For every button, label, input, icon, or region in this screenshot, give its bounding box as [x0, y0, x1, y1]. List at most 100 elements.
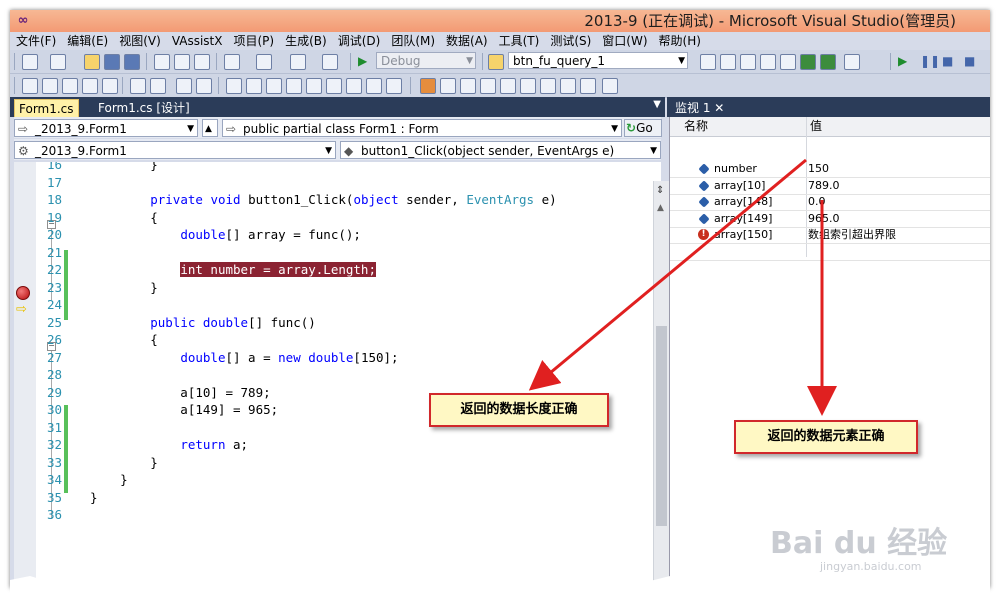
uncomment-icon[interactable]: [196, 78, 212, 94]
split-icon[interactable]: ⇕: [656, 185, 664, 196]
undo-icon[interactable]: [224, 54, 240, 70]
aa-icon[interactable]: [82, 78, 98, 94]
open-file-icon[interactable]: [440, 78, 456, 94]
comment-icon[interactable]: [176, 78, 192, 94]
code-line[interactable]: 33 }: [36, 454, 651, 471]
scroll-up-icon[interactable]: ▲: [657, 203, 664, 213]
extension-manager-icon[interactable]: [820, 54, 836, 70]
menu-item[interactable]: 生成(B): [279, 32, 332, 50]
menu-item[interactable]: 帮助(H): [653, 32, 706, 50]
code-line[interactable]: 27 double[] a = new double[150];: [36, 349, 651, 366]
menu-item[interactable]: 窗口(W): [596, 32, 652, 50]
next-bookmark-folder-icon[interactable]: [306, 78, 322, 94]
menu-item[interactable]: 调试(D): [332, 32, 386, 50]
goto-implementation-icon[interactable]: [500, 78, 516, 94]
goto-related-icon[interactable]: [520, 78, 536, 94]
find-icon[interactable]: [488, 54, 504, 70]
editor-vertical-scrollbar[interactable]: ⇕ ▲: [653, 181, 670, 588]
reparse-icon[interactable]: [580, 78, 596, 94]
code-line[interactable]: 16 }: [36, 162, 651, 173]
code-line[interactable]: 20 double[] array = func();: [36, 226, 651, 243]
refactor-icon[interactable]: [540, 78, 556, 94]
menu-item[interactable]: 团队(M): [385, 32, 440, 50]
menu-item[interactable]: 编辑(E): [61, 32, 113, 50]
find-in-files-icon[interactable]: [700, 54, 716, 70]
watch-value[interactable]: 150: [808, 161, 829, 177]
watch-empty-row[interactable]: [670, 244, 990, 261]
watch-value[interactable]: 数组索引超出界限: [808, 227, 896, 243]
display-word-icon[interactable]: [102, 78, 118, 94]
method-combo[interactable]: ◆ button1_Click(object sender, EventArgs …: [340, 141, 661, 159]
menu-item[interactable]: 工具(T): [493, 32, 545, 50]
solution-explorer-icon[interactable]: [720, 54, 736, 70]
code-line[interactable]: 19 {: [36, 209, 651, 226]
split-spinner[interactable]: ▲: [202, 119, 218, 137]
add-item-icon[interactable]: [50, 54, 66, 70]
namespace-combo[interactable]: ⚙ _2013_9.Form1 ▼: [14, 141, 336, 159]
start-page-icon[interactable]: [800, 54, 816, 70]
previous-bookmark-icon[interactable]: [246, 78, 262, 94]
word-completion-icon[interactable]: [62, 78, 78, 94]
menu-item[interactable]: 文件(F): [10, 32, 61, 50]
code-line[interactable]: 18 private void button1_Click(object sen…: [36, 191, 651, 208]
watch-value[interactable]: 0.0: [808, 194, 826, 210]
watch-row[interactable]: number 150: [670, 161, 990, 178]
tab-form1-cs[interactable]: Form1.cs: [14, 99, 79, 118]
watch-name[interactable]: array[150]: [714, 227, 772, 243]
column-header-name[interactable]: 名称: [684, 117, 708, 136]
toolbox-icon[interactable]: [780, 54, 796, 70]
scrollbar-thumb[interactable]: [656, 326, 667, 526]
next-bookmark-doc-icon[interactable]: [346, 78, 362, 94]
watch-row[interactable]: array[148] 0.0: [670, 194, 990, 211]
class-combo[interactable]: ⇨ _2013_9.Form1 ▼: [14, 119, 198, 137]
code-line[interactable]: 32 return a;: [36, 436, 651, 453]
watch-name[interactable]: array[149]: [714, 211, 772, 227]
copy-icon[interactable]: [174, 54, 190, 70]
vassistx-icon[interactable]: [420, 78, 436, 94]
menu-item[interactable]: VAssistX: [166, 32, 228, 50]
code-line[interactable]: 21: [36, 244, 651, 261]
previous-bookmark-doc-icon[interactable]: [326, 78, 342, 94]
properties-icon[interactable]: [740, 54, 756, 70]
more-windows-icon[interactable]: [844, 54, 860, 70]
stop-debugging-icon[interactable]: ■: [942, 54, 953, 68]
paste-icon[interactable]: [194, 54, 210, 70]
increase-indent-icon[interactable]: [150, 78, 166, 94]
code-line[interactable]: 24: [36, 296, 651, 313]
bookmark-icon[interactable]: [226, 78, 242, 94]
previous-bookmark-folder-icon[interactable]: [286, 78, 302, 94]
parameter-info-icon[interactable]: [42, 78, 58, 94]
code-editor[interactable]: − − ⇨ 16 } 17 18 private void button1_Clic…: [14, 162, 661, 588]
spell-check-icon[interactable]: [560, 78, 576, 94]
clear-bookmarks-icon[interactable]: [366, 78, 382, 94]
menu-item[interactable]: 视图(V): [113, 32, 166, 50]
tab-form1-designer[interactable]: Form1.cs [设计]: [94, 99, 194, 117]
close-icon[interactable]: ✕: [714, 101, 724, 115]
watch-name[interactable]: number: [714, 161, 757, 177]
tab-dropdown-icon[interactable]: ▼: [653, 99, 661, 110]
code-line[interactable]: 34 }: [36, 471, 651, 488]
break-all-icon[interactable]: ❚❚: [920, 54, 940, 68]
toolbar-overflow-icon[interactable]: [602, 78, 618, 94]
navigate-backward-icon[interactable]: [290, 54, 306, 70]
code-line[interactable]: 17: [36, 174, 651, 191]
save-all-icon[interactable]: [124, 54, 140, 70]
menu-item[interactable]: 数据(A): [440, 32, 493, 50]
restart-icon[interactable]: ■: [964, 54, 975, 68]
indicator-margin[interactable]: [14, 162, 36, 588]
watch-row[interactable]: ! array[150] 数组索引超出界限: [670, 227, 990, 244]
menu-item[interactable]: 项目(P): [227, 32, 279, 50]
code-line[interactable]: 35}: [36, 489, 651, 506]
next-bookmark-icon[interactable]: [266, 78, 282, 94]
save-icon[interactable]: [104, 54, 120, 70]
menu-item[interactable]: 测试(S): [544, 32, 596, 50]
code-line[interactable]: 26 {: [36, 331, 651, 348]
open-folder-icon[interactable]: [84, 54, 100, 70]
find-references-icon[interactable]: [480, 78, 496, 94]
cut-icon[interactable]: [154, 54, 170, 70]
watch-row[interactable]: array[149] 965.0: [670, 211, 990, 228]
code-line[interactable]: 25 public double[] func(): [36, 314, 651, 331]
code-line[interactable]: 22 int number = array.Length;: [36, 261, 651, 278]
tab-watch-1[interactable]: 监视 1 ✕: [671, 99, 728, 117]
toolbar-overflow-icon[interactable]: [386, 78, 402, 94]
